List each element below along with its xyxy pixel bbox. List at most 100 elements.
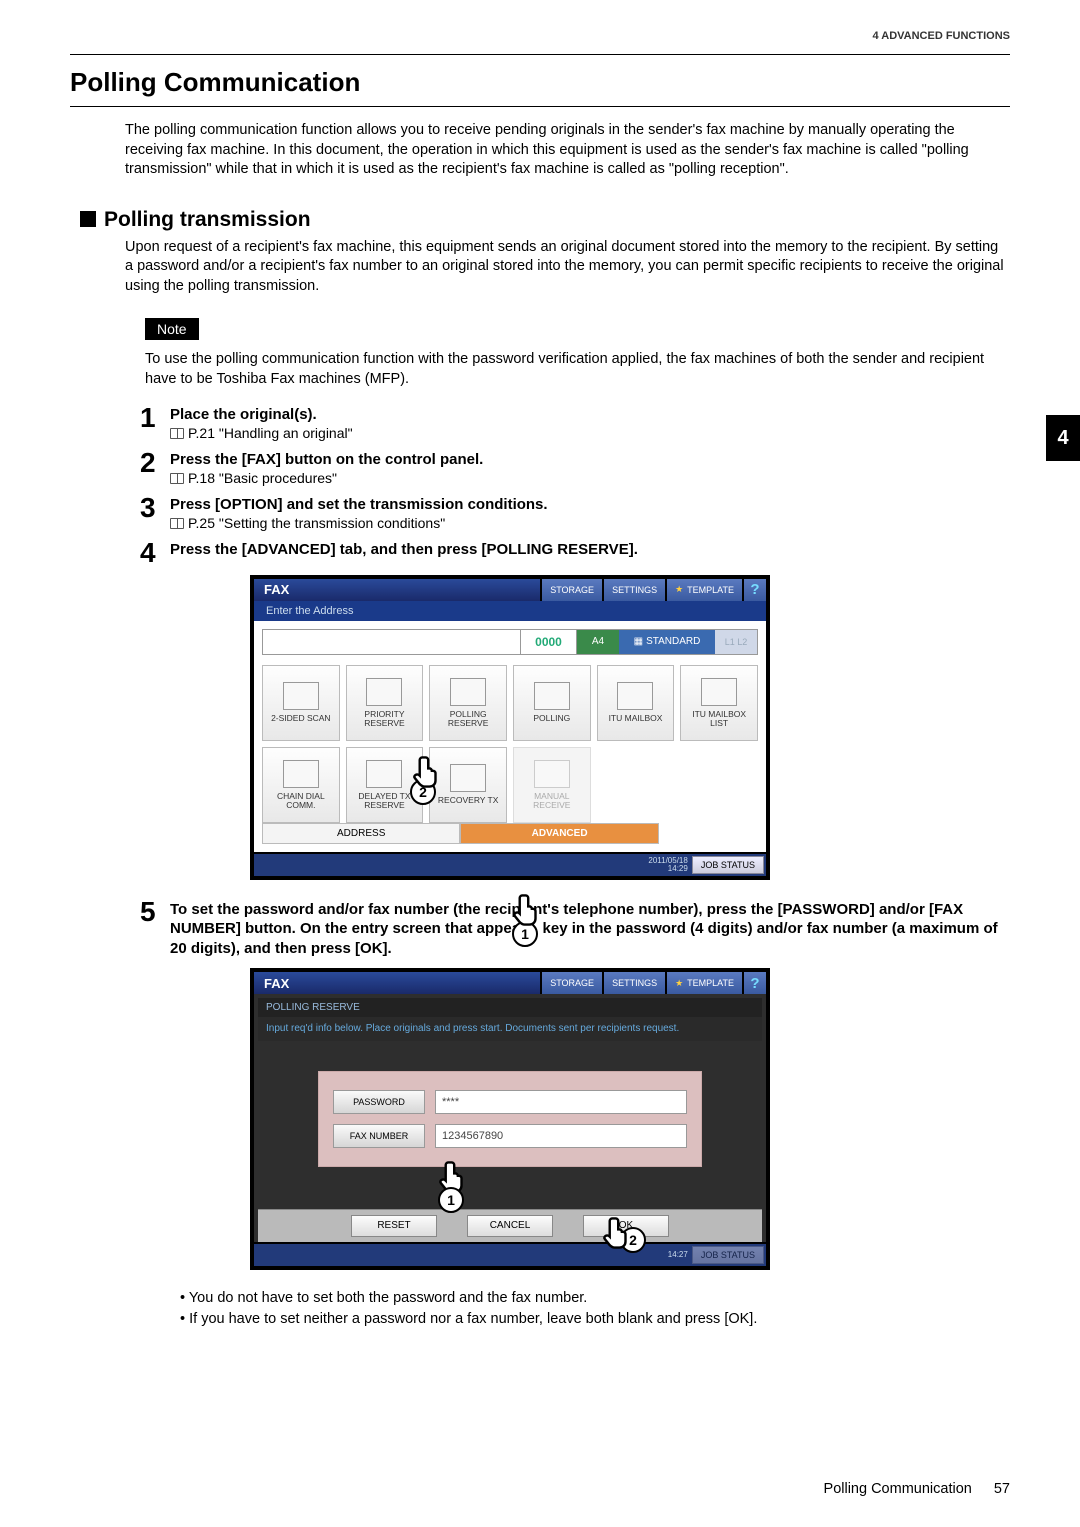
bullet-item: You do not have to set both the password… [180,1288,1010,1309]
settings-button[interactable]: SETTINGS [604,972,665,994]
page-title: Polling Communication [70,67,1010,98]
step-reference: P.18 "Basic procedures" [170,470,1010,486]
fax-screenshot-advanced: FAX STORAGE SETTINGS ★TEMPLATE ? Enter t… [250,575,770,880]
polling-reserve-button[interactable]: POLLING RESERVE [429,665,507,741]
step-number: 3 [140,494,170,522]
page-counter: 0000 [521,630,577,654]
template-button[interactable]: ★TEMPLATE [667,579,742,601]
cell-label: POLLING RESERVE [432,710,504,728]
hint-text: Input req'd info below. Place originals … [258,1017,762,1041]
fax-datetime: 14:27 [668,1251,688,1259]
bullet-item: If you have to set neither a password no… [180,1309,1010,1330]
step-reference: P.21 "Handling an original" [170,425,1010,441]
two-sided-scan-button[interactable]: 2-SIDED SCAN [262,665,340,741]
reset-button[interactable]: RESET [351,1215,437,1237]
template-label: TEMPLATE [687,978,734,988]
subsection-paragraph: Upon request of a recipient's fax machin… [125,238,1010,297]
resolution-label: STANDARD [646,636,700,647]
paper-size-button[interactable]: A4 [577,630,619,654]
help-button[interactable]: ? [744,972,766,994]
itu-list-icon [701,678,737,706]
address-field[interactable] [263,630,521,654]
step-title: Place the original(s). [170,406,1010,423]
settings-label: SETTINGS [612,585,657,595]
resolution-icon: ▦ [634,636,643,647]
pointer-hand-icon [412,755,442,789]
address-row: 0000 A4 ▦STANDARD L1 L2 [262,629,758,655]
step-number: 4 [140,539,170,567]
cell-label: MANUAL RECEIVE [516,792,588,810]
advanced-tab[interactable]: ADVANCED [460,823,658,844]
fax-screenshot-polling-reserve: FAX STORAGE SETTINGS ★TEMPLATE ? POLLING… [250,968,770,1270]
storage-button[interactable]: STORAGE [542,579,602,601]
step-title: Press the [ADVANCED] tab, and then press… [170,541,1010,558]
fax-window-title: FAX [254,972,326,994]
template-button[interactable]: ★TEMPLATE [667,972,742,994]
page-number: 57 [994,1481,1010,1497]
star-icon: ★ [675,584,683,595]
cell-label: RECOVERY TX [438,796,498,805]
itu-mailbox-list-button[interactable]: ITU MAILBOX LIST [680,665,758,741]
cell-label: ITU MAILBOX [609,714,663,723]
step-ref-text: P.18 "Basic procedures" [188,470,337,486]
book-icon [170,473,184,484]
subtitle-text: Polling transmission [104,208,311,231]
cancel-button[interactable]: CANCEL [467,1215,553,1237]
job-status-button[interactable]: JOB STATUS [692,856,764,874]
form-area: PASSWORD **** FAX NUMBER 1234567890 [318,1071,702,1167]
step-number: 5 [140,898,170,926]
itu-mailbox-icon [617,682,653,710]
password-button[interactable]: PASSWORD [333,1090,425,1114]
itu-mailbox-button[interactable]: ITU MAILBOX [597,665,675,741]
book-icon [170,428,184,439]
settings-button[interactable]: SETTINGS [604,579,665,601]
fax-datetime: 2011/05/18 14:29 [648,857,687,873]
cell-label: 2-SIDED SCAN [271,714,331,723]
square-bullet-icon [80,211,96,227]
job-status-button[interactable]: JOB STATUS [692,1246,764,1264]
note-text: To use the polling communication functio… [145,350,1010,389]
callout-1: 1 [438,1187,464,1213]
storage-label: STORAGE [550,978,594,988]
priority-icon [366,678,402,706]
step-ref-text: P.21 "Handling an original" [188,425,353,441]
help-button[interactable]: ? [744,579,766,601]
page-footer: Polling Communication 57 [824,1481,1010,1497]
resolution-button[interactable]: ▦STANDARD [619,630,715,654]
polling-button[interactable]: POLLING [513,665,591,741]
note-badge: Note [145,318,199,340]
storage-button[interactable]: STORAGE [542,972,602,994]
step-number: 1 [140,404,170,432]
storage-label: STORAGE [550,585,594,595]
two-sided-icon [283,682,319,710]
step-2: 2 Press the [FAX] button on the control … [140,449,1010,486]
chain-dial-icon [283,760,319,788]
step-reference: P.25 "Setting the transmission condition… [170,515,1010,531]
step-title: Press [OPTION] and set the transmission … [170,496,1010,513]
step-title: Press the [FAX] button on the control pa… [170,451,1010,468]
fax-subtitle-bar: Enter the Address [254,601,766,621]
address-tab[interactable]: ADDRESS [262,823,460,844]
bullet-list: You do not have to set both the password… [180,1288,1010,1330]
priority-reserve-button[interactable]: PRIORITY RESERVE [346,665,424,741]
recovery-icon [450,764,486,792]
step-3: 3 Press [OPTION] and set the transmissio… [140,494,1010,531]
step-ref-text: P.25 "Setting the transmission condition… [188,515,445,531]
divider [70,106,1010,107]
fax-window-title: FAX [254,579,326,601]
chain-dial-button[interactable]: CHAIN DIAL COMM. [262,747,340,823]
delayed-tx-icon [366,760,402,788]
cell-label: CHAIN DIAL COMM. [265,792,337,810]
book-icon [170,518,184,529]
pointer-hand-icon [602,1216,632,1250]
step-5: 5 To set the password and/or fax number … [140,898,1010,961]
fax-number-button[interactable]: FAX NUMBER [333,1124,425,1148]
manual-receive-icon [534,760,570,788]
section-subtitle: Polling transmission [80,208,1010,232]
cell-label: POLLING [533,714,570,723]
footer-label: Polling Communication [824,1481,972,1497]
divider [70,54,1010,55]
step-4: 4 Press the [ADVANCED] tab, and then pre… [140,539,1010,567]
fax-number-value: 1234567890 [435,1124,687,1148]
line-indicator: L1 L2 [715,630,757,654]
